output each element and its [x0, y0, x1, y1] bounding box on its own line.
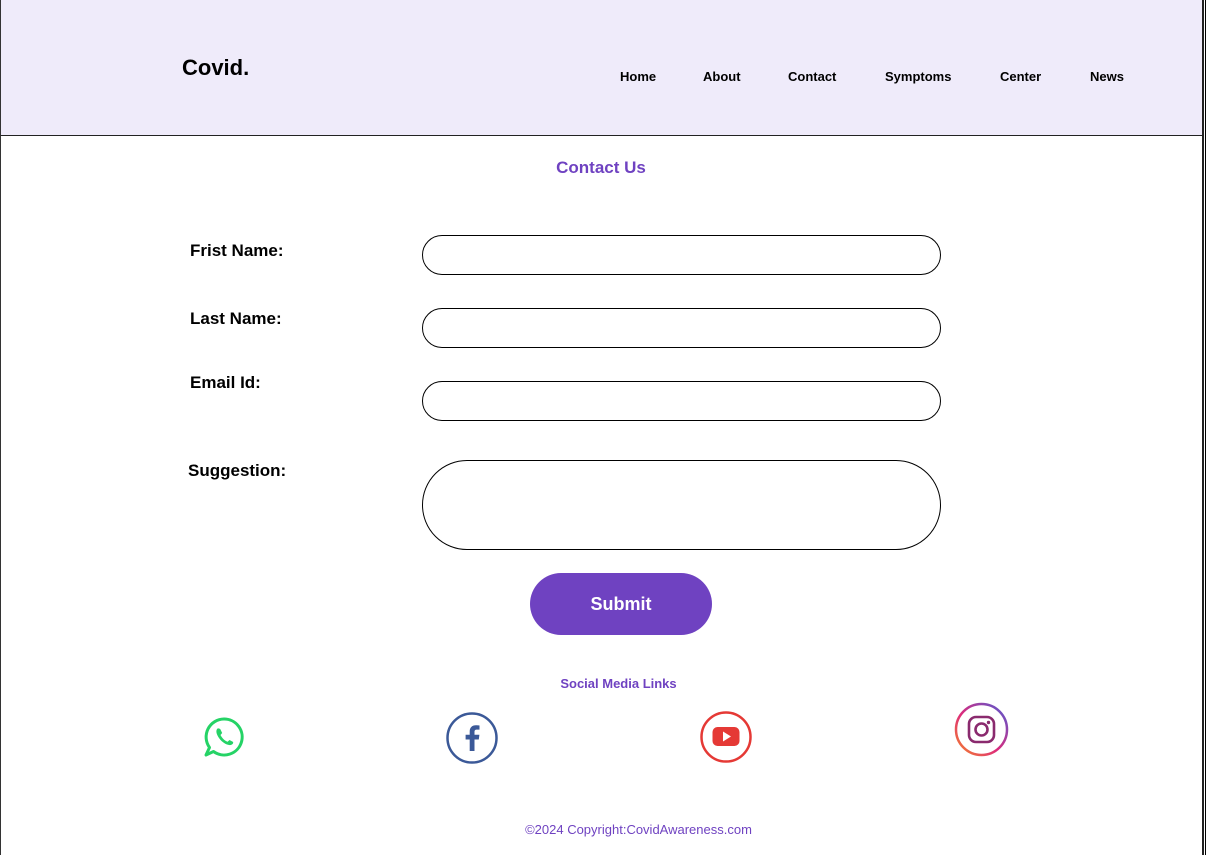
page-border-right — [1202, 0, 1204, 855]
site-header: Covid. Home About Contact Symptoms Cente… — [0, 0, 1202, 136]
nav-contact[interactable]: Contact — [788, 69, 836, 84]
footer-copyright: ©2024 Copyright:CovidAwareness.com — [525, 822, 752, 837]
email-field[interactable] — [422, 381, 941, 421]
whatsapp-icon[interactable] — [202, 715, 246, 764]
suggestion-label: Suggestion: — [188, 461, 287, 480]
first-name-label: Frist Name: — [190, 241, 284, 260]
site-logo[interactable]: Covid. — [182, 55, 249, 81]
last-name-field[interactable] — [422, 308, 941, 348]
instagram-icon[interactable] — [954, 702, 1009, 762]
facebook-icon[interactable] — [446, 712, 498, 769]
youtube-icon[interactable] — [700, 711, 752, 768]
nav-symptoms[interactable]: Symptoms — [885, 69, 951, 84]
nav-news[interactable]: News — [1090, 69, 1124, 84]
nav-home[interactable]: Home — [620, 69, 656, 84]
email-label: Email Id: — [190, 373, 261, 392]
last-name-label: Last Name: — [190, 309, 282, 328]
first-name-field[interactable] — [422, 235, 941, 275]
suggestion-field[interactable] — [422, 460, 941, 550]
page-border-right-outer — [1205, 0, 1206, 855]
nav-about[interactable]: About — [703, 69, 741, 84]
social-media-title: Social Media Links — [560, 676, 677, 691]
page-title: Contact Us — [556, 158, 646, 177]
submit-button[interactable]: Submit — [530, 573, 712, 635]
nav-center[interactable]: Center — [1000, 69, 1041, 84]
